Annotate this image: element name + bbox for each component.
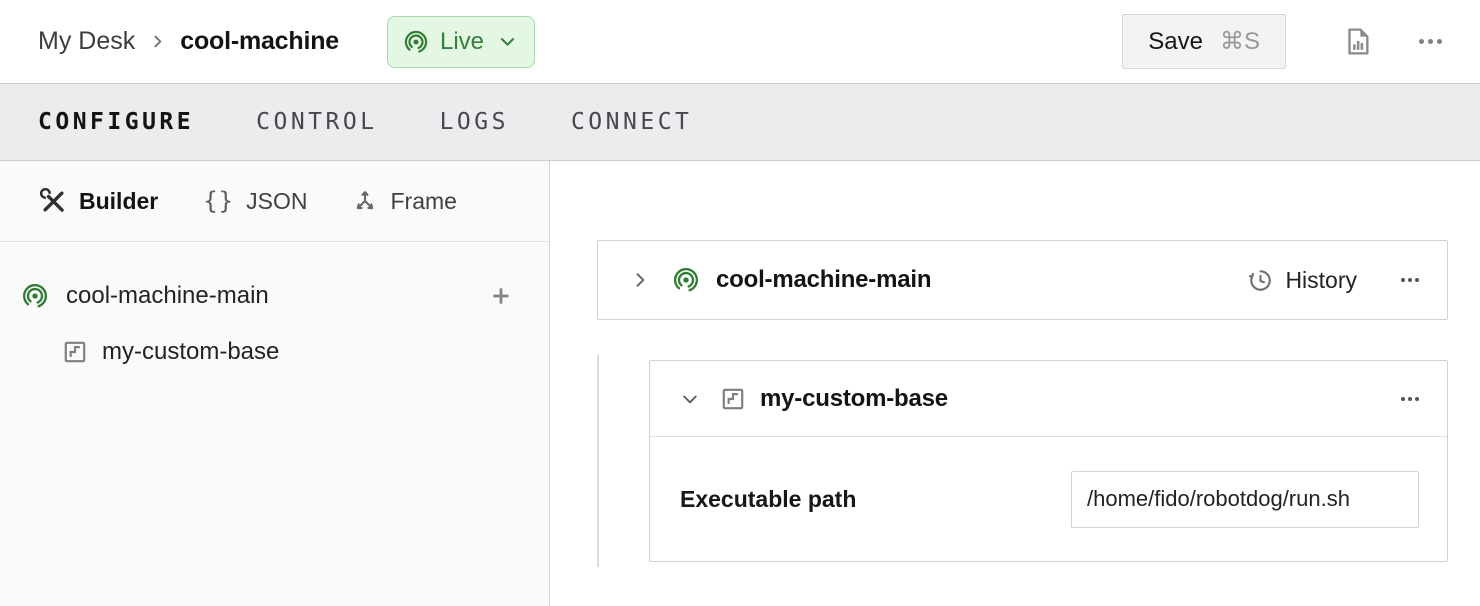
tree-root-label: cool-machine-main <box>66 282 269 310</box>
builder-tools-icon <box>40 188 67 215</box>
tree-item-main-part[interactable]: cool-machine-main <box>0 268 549 324</box>
ellipsis-icon <box>1401 397 1405 401</box>
breadcrumb: My Desk cool-machine <box>38 27 339 56</box>
frame-axes-icon <box>352 188 378 214</box>
ellipsis-icon <box>1419 39 1424 44</box>
chevron-down-icon <box>680 389 700 409</box>
builder-label: Builder <box>79 188 158 215</box>
view-tab-builder[interactable]: Builder <box>40 188 158 215</box>
report-document-icon <box>1342 26 1373 57</box>
config-main-panel: cool-machine-main History <box>550 161 1480 606</box>
save-button[interactable]: Save ⌘S <box>1122 14 1286 69</box>
page-header: My Desk cool-machine Live Save ⌘ <box>0 0 1480 83</box>
tree-connector-line <box>597 355 599 567</box>
json-braces-icon: {} <box>203 187 234 215</box>
tree-child-label: my-custom-base <box>102 338 279 366</box>
tree-item-base-component[interactable]: my-custom-base <box>0 326 549 378</box>
live-broadcast-icon <box>403 29 429 55</box>
configure-content: Builder {} JSON Frame <box>0 161 1480 606</box>
chevron-down-icon <box>498 32 517 51</box>
status-label: Live <box>440 28 484 56</box>
live-part-icon <box>672 266 700 294</box>
view-tab-frame[interactable]: Frame <box>352 188 456 215</box>
history-label: History <box>1285 267 1357 294</box>
breadcrumb-machine-name: cool-machine <box>180 27 339 56</box>
tab-connect[interactable]: CONNECT <box>571 109 692 135</box>
machine-status-dropdown[interactable]: Live <box>387 16 535 68</box>
json-label: JSON <box>246 188 307 215</box>
part-card: cool-machine-main History <box>597 240 1448 320</box>
live-part-icon <box>21 282 49 310</box>
component-overflow-menu-button[interactable] <box>1401 397 1419 401</box>
frame-label: Frame <box>390 188 456 215</box>
header-actions: Save ⌘S <box>1122 14 1442 69</box>
ellipsis-icon <box>1401 278 1405 282</box>
machine-metrics-button[interactable] <box>1342 26 1373 57</box>
part-title: cool-machine-main <box>716 266 931 294</box>
machine-nav-tabs: CONFIGURE CONTROL LOGS CONNECT <box>0 83 1480 161</box>
tab-control[interactable]: CONTROL <box>256 109 377 135</box>
header-overflow-menu-button[interactable] <box>1419 39 1442 44</box>
save-label: Save <box>1148 28 1203 56</box>
save-shortcut-hint: ⌘S <box>1220 27 1260 56</box>
config-view-switcher: Builder {} JSON Frame <box>0 161 549 242</box>
component-card-header: my-custom-base <box>650 361 1447 437</box>
breadcrumb-chevron-icon <box>149 33 166 50</box>
executable-path-input[interactable] <box>1071 471 1419 528</box>
history-button[interactable]: History <box>1247 267 1357 294</box>
base-component-icon <box>720 386 746 412</box>
chevron-right-icon <box>630 270 650 290</box>
component-title: my-custom-base <box>760 385 948 413</box>
config-sidebar: Builder {} JSON Frame <box>0 161 550 606</box>
history-clock-icon <box>1247 267 1274 294</box>
part-expand-toggle[interactable] <box>630 270 650 290</box>
add-component-button[interactable] <box>487 282 515 310</box>
tab-configure[interactable]: CONFIGURE <box>38 109 194 135</box>
part-overflow-menu-button[interactable] <box>1401 278 1419 282</box>
component-card: my-custom-base Executable path <box>649 360 1448 562</box>
executable-path-label: Executable path <box>680 486 856 513</box>
breadcrumb-parent-link[interactable]: My Desk <box>38 27 135 56</box>
tab-logs[interactable]: LOGS <box>440 109 509 135</box>
resource-tree: cool-machine-main my-custom-base <box>0 242 549 378</box>
base-component-icon <box>62 339 88 365</box>
component-collapse-toggle[interactable] <box>680 389 700 409</box>
machine-config-page: My Desk cool-machine Live Save ⌘ <box>0 0 1480 606</box>
view-tab-json[interactable]: {} JSON <box>203 187 307 215</box>
component-card-body: Executable path <box>650 437 1447 561</box>
